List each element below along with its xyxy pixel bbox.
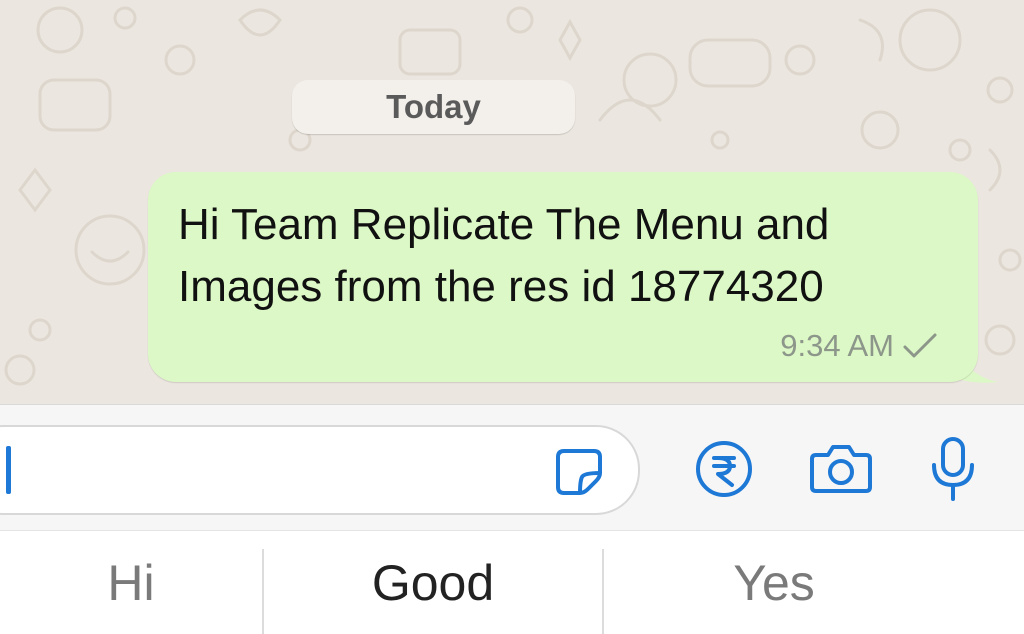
chat-area: Today Hi Team Replicate The Menu and Ima… — [0, 0, 1024, 404]
outgoing-message-bubble[interactable]: Hi Team Replicate The Menu and Images fr… — [148, 172, 978, 382]
microphone-icon[interactable] — [928, 435, 978, 503]
rupee-payment-icon[interactable] — [694, 439, 754, 499]
date-separator: Today — [292, 80, 575, 134]
suggestion-good[interactable]: Good — [264, 531, 602, 634]
keyboard-suggestions: Hi Good Yes — [0, 530, 1024, 634]
message-input-bar — [0, 404, 1024, 531]
suggestion-yes[interactable]: Yes — [604, 531, 944, 634]
camera-icon[interactable] — [808, 443, 874, 495]
date-label: Today — [386, 88, 481, 125]
suggestion-hi[interactable]: Hi — [0, 531, 262, 634]
message-meta: 9:34 AM — [780, 328, 938, 364]
message-input[interactable] — [0, 425, 640, 515]
single-check-icon — [903, 333, 937, 358]
message-time: 9:34 AM — [780, 328, 894, 363]
message-text: Hi Team Replicate The Menu and Images fr… — [178, 200, 830, 311]
text-caret — [6, 446, 11, 494]
sticker-icon[interactable] — [554, 447, 604, 497]
